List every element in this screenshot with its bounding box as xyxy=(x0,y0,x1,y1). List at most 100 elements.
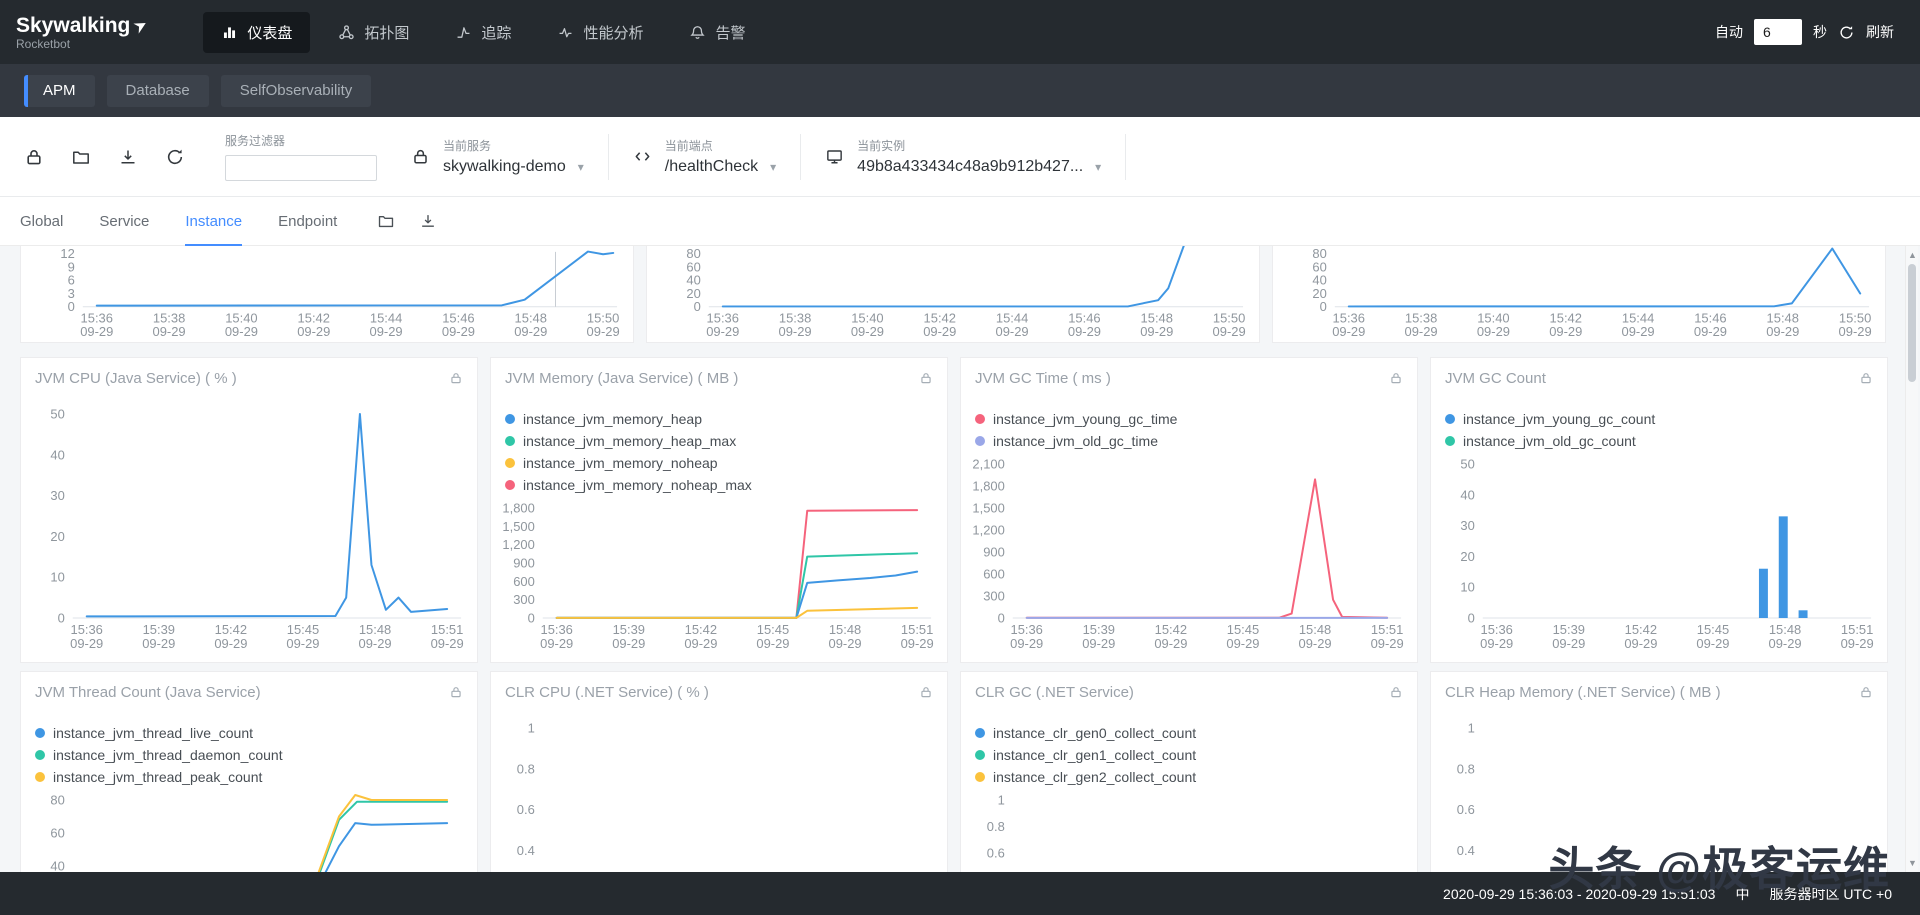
legend-item[interactable]: instance_jvm_old_gc_count xyxy=(1445,432,1655,450)
tab-global[interactable]: Global xyxy=(20,197,63,245)
chart-legend: instance_jvm_young_gc_time instance_jvm_o… xyxy=(975,410,1177,450)
panel-header: JVM Memory (Java Service) ( MB ) xyxy=(491,358,947,398)
reload-button[interactable] xyxy=(165,147,185,167)
legend-item[interactable]: instance_jvm_memory_noheap xyxy=(505,454,752,472)
auto-refresh-label[interactable]: 自动 xyxy=(1715,22,1743,42)
legend-item[interactable]: instance_jvm_young_gc_time xyxy=(975,410,1177,428)
lock-icon[interactable] xyxy=(919,371,933,385)
dashboard-icon xyxy=(224,26,236,38)
svg-text:1,800: 1,800 xyxy=(972,478,1004,493)
svg-text:1,800: 1,800 xyxy=(502,500,534,515)
refresh-interval-input[interactable] xyxy=(1754,19,1802,45)
nav-item-dashboard[interactable]: 仪表盘 xyxy=(203,11,311,53)
tab-endpoint[interactable]: Endpoint xyxy=(278,197,337,245)
legend-item[interactable]: instance_clr_gen2_collect_count xyxy=(975,768,1196,786)
legend-item[interactable]: instance_jvm_memory_heap xyxy=(505,410,752,428)
svg-text:1: 1 xyxy=(528,720,535,735)
tab-database[interactable]: Database xyxy=(106,74,209,107)
svg-text:15:50: 15:50 xyxy=(1213,310,1245,325)
service-filter-input[interactable] xyxy=(225,155,377,181)
tab-instance[interactable]: Instance xyxy=(185,197,243,246)
legend-item[interactable]: instance_jvm_memory_heap_max xyxy=(505,432,752,450)
panel-header: JVM GC Count xyxy=(1431,358,1887,398)
chart-legend: instance_clr_gen0_collect_count instance_… xyxy=(975,724,1196,786)
svg-text:2,100: 2,100 xyxy=(972,456,1004,471)
legend-item[interactable]: instance_jvm_old_gc_time xyxy=(975,432,1177,450)
export-dashboard-button[interactable] xyxy=(419,212,437,230)
refresh-button[interactable]: 刷新 xyxy=(1866,22,1894,42)
tab-apm[interactable]: APM xyxy=(24,74,95,107)
nav-item-alarm[interactable]: 告警 xyxy=(671,12,763,53)
sync-icon xyxy=(167,149,183,164)
lock-icon[interactable] xyxy=(919,685,933,699)
refresh-icon[interactable] xyxy=(1838,24,1855,41)
panel-header: JVM CPU (Java Service) ( % ) xyxy=(21,358,477,398)
tab-service[interactable]: Service xyxy=(99,197,149,245)
scroll-thumb[interactable] xyxy=(1908,264,1916,382)
lock-icon[interactable] xyxy=(1389,685,1403,699)
lock-icon[interactable] xyxy=(1859,371,1873,385)
nav-item-profile[interactable]: 性能分析 xyxy=(539,12,661,53)
panel-jvm-gc-count: JVM GC Count instance_jvm_young_gc_counti… xyxy=(1430,357,1888,663)
svg-text:1,500: 1,500 xyxy=(502,519,534,534)
endpoint-selector[interactable]: 当前端点 /healthCheck ▾ xyxy=(633,137,776,176)
nav-item-topology[interactable]: 拓扑图 xyxy=(320,12,427,53)
lock-toggle[interactable] xyxy=(24,147,44,167)
svg-text:60: 60 xyxy=(50,825,64,840)
tab-instance-label: Instance xyxy=(185,212,243,230)
import-dashboard-button[interactable] xyxy=(377,212,395,230)
svg-text:15:40: 15:40 xyxy=(851,310,883,325)
svg-text:80: 80 xyxy=(1312,246,1326,261)
panel-title: JVM GC Time ( ms ) xyxy=(975,369,1111,387)
svg-text:15:51: 15:51 xyxy=(1371,622,1403,637)
scroll-up-icon[interactable]: ▲ xyxy=(1907,250,1918,260)
panel-header: CLR Heap Memory (.NET Service) ( MB ) xyxy=(1431,672,1887,712)
lock-icon[interactable] xyxy=(449,371,463,385)
instance-selector[interactable]: 当前实例 49b8a433434c48a9b912b427... ▾ xyxy=(825,137,1101,176)
service-selector[interactable]: 当前服务 skywalking-demo ▾ xyxy=(411,137,584,176)
nav-item-trace[interactable]: 追踪 xyxy=(437,12,529,53)
legend-item[interactable]: instance_jvm_thread_daemon_count xyxy=(35,746,283,764)
scroll-down-icon[interactable]: ▼ xyxy=(1907,858,1918,868)
legend-item[interactable]: instance_jvm_memory_noheap_max xyxy=(505,476,752,494)
legend-dot-icon xyxy=(505,480,515,490)
svg-text:15:40: 15:40 xyxy=(225,310,257,325)
svg-text:09-29: 09-29 xyxy=(828,636,861,651)
lock-icon[interactable] xyxy=(1859,685,1873,699)
svg-text:15:42: 15:42 xyxy=(685,622,717,637)
vertical-scrollbar[interactable]: ▲ ▼ xyxy=(1905,246,1918,872)
legend-item[interactable]: instance_clr_gen0_collect_count xyxy=(975,724,1196,742)
panel-header: CLR GC (.NET Service) xyxy=(961,672,1417,712)
panel-chart-area: instance_jvm_thread_live_count instance_j… xyxy=(21,712,477,872)
legend-dot-icon xyxy=(35,772,45,782)
svg-text:15:39: 15:39 xyxy=(1553,622,1585,637)
legend-item[interactable]: instance_jvm_thread_peak_count xyxy=(35,768,283,786)
legend-item[interactable]: instance_clr_gen1_collect_count xyxy=(975,746,1196,764)
clr-cpu-chart: 00.20.40.60.8115:3609-2915:3909-2915:420… xyxy=(517,720,535,857)
svg-text:15:45: 15:45 xyxy=(1697,622,1729,637)
svg-text:09-29: 09-29 xyxy=(431,636,464,651)
top-right-chart: 02040608015:3609-2915:3809-2915:4009-291… xyxy=(1312,246,1871,339)
legend-dot-icon xyxy=(975,436,985,446)
svg-text:09-29: 09-29 xyxy=(80,324,113,339)
lock-icon[interactable] xyxy=(449,685,463,699)
import-template-button[interactable] xyxy=(71,147,91,167)
legend-item[interactable]: instance_jvm_thread_live_count xyxy=(35,724,283,742)
panel-jvm-memory: JVM Memory (Java Service) ( MB ) instance… xyxy=(490,357,948,663)
panel-top-left: 0 3 6 9 12 15:36 09-29 15:38 09-29 15:40 09-29 15:4… xyxy=(20,246,634,343)
lock-icon[interactable] xyxy=(1389,371,1403,385)
logo-title: Skywalking xyxy=(16,13,131,37)
legend-item[interactable]: instance_jvm_young_gc_count xyxy=(1445,410,1655,428)
svg-text:15:38: 15:38 xyxy=(153,310,185,325)
svg-text:0.6: 0.6 xyxy=(987,845,1005,860)
logo-subtitle: Rocketbot xyxy=(16,36,71,51)
svg-text:09-29: 09-29 xyxy=(358,636,391,651)
panel-header: JVM Thread Count (Java Service) xyxy=(21,672,477,712)
svg-text:50: 50 xyxy=(1460,456,1474,471)
tab-selfobservability[interactable]: SelfObservability xyxy=(220,74,372,107)
export-template-button[interactable] xyxy=(118,147,138,167)
logo[interactable]: Skywalking Rocketbot xyxy=(16,14,149,51)
svg-text:20: 20 xyxy=(1460,549,1474,564)
svg-text:40: 40 xyxy=(50,447,64,462)
panel-title: JVM Memory (Java Service) ( MB ) xyxy=(505,369,739,387)
